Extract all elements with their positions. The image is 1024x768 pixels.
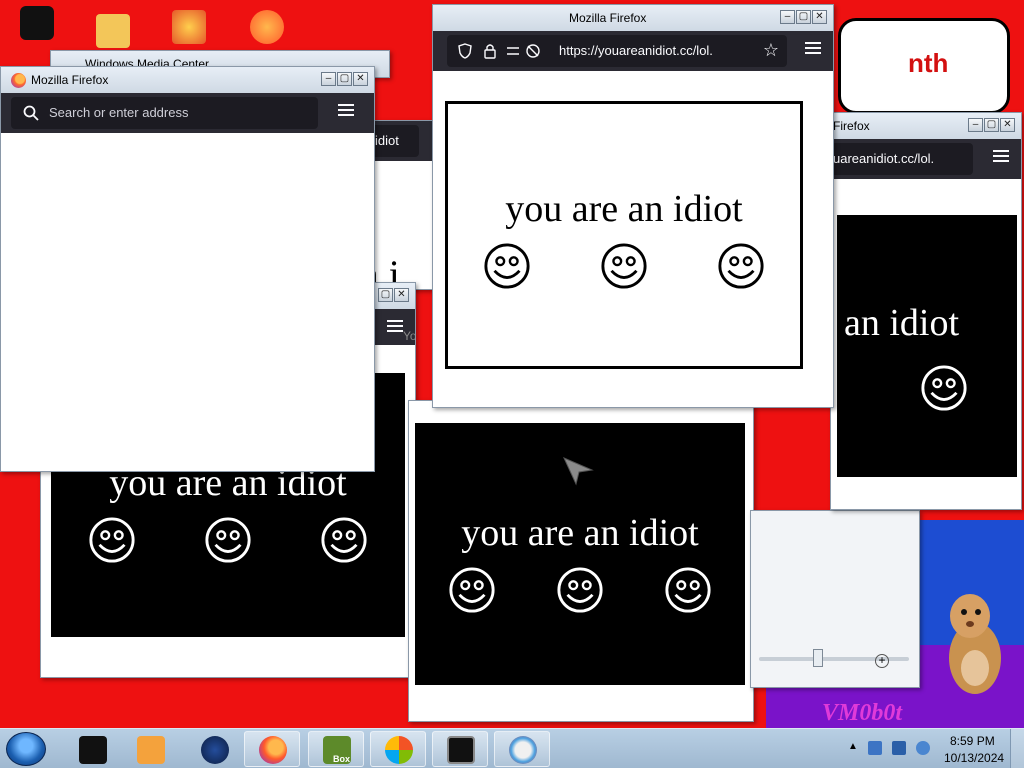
search-icon — [23, 105, 39, 121]
zoom-in-icon[interactable]: + — [875, 654, 889, 668]
hamster-image — [949, 594, 1001, 694]
minimize-button[interactable]: – — [321, 72, 336, 86]
minimize-button[interactable]: – — [968, 118, 983, 132]
system-tray: ▲ 8:59 PM 10/13/2024 — [840, 729, 1024, 768]
smiley-icon — [321, 517, 367, 563]
maximize-button[interactable]: ▢ — [337, 72, 352, 86]
desktop-icon-folder[interactable] — [96, 14, 130, 48]
smiley-icon — [449, 567, 495, 613]
close-button[interactable]: ✕ — [353, 72, 368, 86]
media-player-window[interactable]: + — [750, 510, 920, 688]
window-controls: – ▢ ✕ — [321, 72, 368, 86]
smiley-icon — [921, 365, 967, 411]
cursor-icon — [563, 457, 594, 486]
window-middle[interactable]: you are an idiot — [408, 400, 754, 722]
smiley-icon — [557, 567, 603, 613]
idiot-headline: you are an idiot — [505, 188, 743, 230]
window-right[interactable]: Firefox – ▢ ✕ uareanidiot.cc/lol. an idi… — [830, 112, 1022, 510]
menu-icon[interactable] — [338, 104, 354, 118]
maximize-button[interactable]: ▢ — [378, 288, 393, 302]
taskbar-item-globe[interactable] — [186, 731, 242, 767]
windows-start-orb[interactable] — [6, 732, 46, 766]
paint-icon[interactable] — [494, 731, 550, 767]
box-label: Box — [333, 754, 351, 764]
window-top[interactable]: Mozilla Firefox – ▢ ✕ https://youareanid… — [432, 4, 834, 408]
smiley-icon — [484, 243, 530, 289]
wallpaper-corner-label: VM0b0t — [822, 700, 903, 726]
window-title: Mozilla Firefox — [569, 11, 647, 25]
wallpaper-text: nth — [908, 48, 949, 78]
network-icon[interactable] — [892, 741, 906, 755]
close-button[interactable]: ✕ — [812, 10, 827, 24]
blank-page — [7, 135, 367, 465]
taskbar: Box ▲ 8:59 PM 10/13/2024 — [0, 728, 1024, 768]
url-text[interactable]: https://youareanidiot.cc/lol. — [559, 43, 713, 58]
clock-date[interactable]: 10/13/2024 — [944, 751, 1004, 765]
idiot-headline: you are an idiot — [461, 512, 699, 554]
window-controls: – ▢ ✕ — [968, 118, 1015, 132]
taskbar-item-hat[interactable] — [64, 731, 120, 767]
url-text[interactable]: uareanidiot.cc/lol. — [833, 151, 934, 166]
smiley-icon — [718, 243, 764, 289]
clock-time[interactable]: 8:59 PM — [950, 734, 995, 748]
tray-expand-icon[interactable]: ▲ — [848, 741, 858, 752]
smiley-icon — [205, 517, 251, 563]
maximize-button[interactable]: ▢ — [984, 118, 999, 132]
desktop-icon-app[interactable] — [172, 10, 206, 44]
desktop-icon-firefox[interactable] — [250, 10, 284, 44]
idiot-panel-right: an idiot — [837, 215, 1017, 477]
smiley-icon — [665, 567, 711, 613]
firefox-icon[interactable] — [244, 731, 300, 767]
window-controls: – ▢ ✕ — [780, 10, 827, 24]
window-title: Firefox — [833, 119, 870, 133]
close-button[interactable]: ✕ — [394, 288, 409, 302]
shield-icon[interactable] — [457, 43, 473, 59]
desktop-icon-hat[interactable] — [20, 6, 54, 40]
lower-left-fragment: Yo — [403, 329, 416, 343]
idiot-panel-top: you are an idiot — [445, 101, 803, 369]
windows-icon[interactable] — [370, 731, 426, 767]
desktop: nth VM0b0t Windows Media Center reanidio… — [0, 0, 1024, 728]
maximize-button[interactable]: ▢ — [796, 10, 811, 24]
window-front[interactable]: Mozilla Firefox – ▢ ✕ Search or enter ad… — [0, 66, 375, 472]
permissions-icon[interactable] — [505, 43, 541, 59]
lock-icon[interactable] — [483, 43, 497, 59]
firefox-icon — [11, 73, 26, 88]
address-bar-input[interactable]: Search or enter address — [49, 105, 188, 120]
vm-box-icon[interactable]: Box — [308, 731, 364, 767]
minimize-button[interactable]: – — [780, 10, 795, 24]
idiot-headline: an idiot — [844, 302, 960, 344]
volume-slider-thumb[interactable] — [813, 649, 823, 667]
smiley-icon — [89, 517, 135, 563]
smiley-icon — [601, 243, 647, 289]
volume-icon[interactable] — [916, 741, 930, 755]
star-icon[interactable]: ☆ — [763, 40, 779, 61]
terminal-icon[interactable] — [432, 731, 488, 767]
window-controls: ▢ ✕ — [378, 288, 409, 302]
menu-icon[interactable] — [387, 320, 403, 334]
close-button[interactable]: ✕ — [1000, 118, 1015, 132]
window-title: Mozilla Firefox — [31, 73, 109, 87]
tray-app-icon[interactable] — [868, 741, 882, 755]
menu-icon[interactable] — [805, 42, 821, 56]
media-player-icon[interactable] — [122, 731, 178, 767]
show-desktop-button[interactable] — [1010, 729, 1024, 768]
menu-icon[interactable] — [993, 150, 1009, 164]
